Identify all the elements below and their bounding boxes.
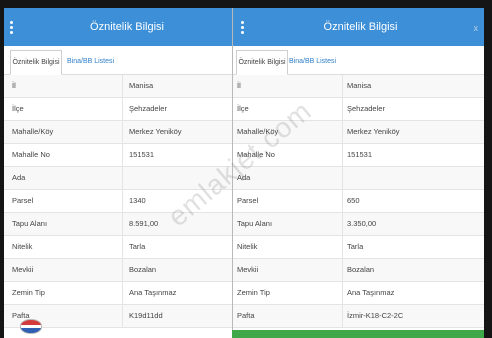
close-icon[interactable]: x (474, 23, 479, 33)
attribute-value: Şehzadeler (342, 98, 484, 120)
tab-bar: Öznitelik Bilgisi Bina/BB Listesi (4, 46, 232, 75)
attribute-label: Mevkii (12, 265, 34, 274)
attribute-panel-left: Öznitelik Bilgisi Öznitelik Bilgisi Bina… (4, 8, 232, 338)
attribute-table: İl Manisa İlçe Şehzadeler Mahalle/Köy Merke… (4, 75, 232, 328)
attribute-label: İlçe (12, 104, 24, 113)
attribute-label: Mevkii (237, 265, 259, 274)
table-row: İlçe Şehzadeler (233, 98, 484, 121)
attribute-value: Ana Taşınmaz (122, 282, 232, 304)
attribute-label: Tapu Alanı (237, 219, 273, 228)
footer-bar (232, 330, 484, 338)
attribute-value: Tarla (122, 236, 232, 258)
attribute-label: Zemin Tip (12, 288, 45, 297)
attribute-value: 151531 (342, 144, 484, 166)
attribute-label: Ada (237, 173, 251, 182)
attribute-label: Zemin Tip (237, 288, 270, 297)
panel-title: Öznitelik Bilgisi (323, 21, 398, 33)
attribute-label: Nitelik (237, 242, 258, 251)
panel-header: Öznitelik Bilgisi (4, 8, 232, 46)
attribute-value: 650 (342, 190, 484, 212)
attribute-value: İzmir-K18-C2-2C (342, 305, 484, 327)
table-row: Parsel 650 (233, 190, 484, 213)
panel-header: Öznitelik Bilgisi x (233, 8, 484, 46)
attribute-value: Ana Taşınmaz (342, 282, 484, 304)
tab-building-list[interactable]: Bina/BB Listesi (67, 50, 114, 75)
table-row: Nitelik Tarla (233, 236, 484, 259)
attribute-value: Merkez Yeniköy (342, 121, 484, 143)
attribute-value (342, 167, 484, 189)
tab-attribute-info[interactable]: Öznitelik Bilgisi (236, 50, 288, 75)
attribute-label: Tapu Alanı (12, 219, 48, 228)
table-row: Mevkii Bozalan (4, 259, 232, 282)
attribute-value: 3.350,00 (342, 213, 484, 235)
attribute-label: Mahalle/Köy (237, 127, 279, 136)
table-row: Ada (4, 167, 232, 190)
table-row: Pafta İzmir-K18-C2-2C (233, 305, 484, 328)
attribute-label: İl (12, 81, 16, 90)
attribute-value: Manisa (342, 75, 484, 97)
table-row: İl Manisa (4, 75, 232, 98)
table-row: Mevkii Bozalan (233, 259, 484, 282)
tab-building-list[interactable]: Bina/BB Listesi (289, 50, 336, 75)
attribute-value: K19d11dd (122, 305, 232, 327)
table-row: Mahalle/Köy Merkez Yeniköy (4, 121, 232, 144)
table-row: Mahalle/Köy Merkez Yeniköy (233, 121, 484, 144)
attribute-label: Ada (12, 173, 26, 182)
attribute-label: Nitelik (12, 242, 33, 251)
table-row: Tapu Alanı 3.350,00 (233, 213, 484, 236)
attribute-label: Pafta (237, 311, 255, 320)
attribute-table: İl Manisa İlçe Şehzadeler Mahalle/Köy Merke… (233, 75, 484, 328)
attribute-label: Parsel (12, 196, 34, 205)
attribute-label: Parsel (237, 196, 259, 205)
attribute-value: Merkez Yeniköy (122, 121, 232, 143)
attribute-value: 151531 (122, 144, 232, 166)
tab-attribute-info[interactable]: Öznitelik Bilgisi (10, 50, 62, 75)
attribute-value: 1340 (122, 190, 232, 212)
table-row: Mahalle No 151531 (4, 144, 232, 167)
attribute-label: İlçe (237, 104, 249, 113)
table-row: Zemin Tip Ana Taşınmaz (4, 282, 232, 305)
tab-bar: Öznitelik Bilgisi Bina/BB Listesi (233, 46, 484, 75)
attribute-label: Mahalle/Köy (12, 127, 54, 136)
table-row: İl Manisa (233, 75, 484, 98)
attribute-panel-right: Öznitelik Bilgisi x Öznitelik Bilgisi Bi… (232, 8, 484, 330)
attribute-label: Mahalle No (237, 150, 275, 159)
table-row: İlçe Şehzadeler (4, 98, 232, 121)
attribute-label: İl (237, 81, 241, 90)
table-row: Tapu Alanı 8.591,00 (4, 213, 232, 236)
table-row: Ada (233, 167, 484, 190)
table-row: Nitelik Tarla (4, 236, 232, 259)
attribute-value: Bozalan (342, 259, 484, 281)
attribute-value: Tarla (342, 236, 484, 258)
table-row: Parsel 1340 (4, 190, 232, 213)
attribute-label: Mahalle No (12, 150, 50, 159)
panel-title: Öznitelik Bilgisi (90, 21, 164, 33)
attribute-value: 8.591,00 (122, 213, 232, 235)
attribute-value: Şehzadeler (122, 98, 232, 120)
table-row: Mahalle No 151531 (233, 144, 484, 167)
attribute-value (122, 167, 232, 189)
attribute-value: Manisa (122, 75, 232, 97)
table-row: Zemin Tip Ana Taşınmaz (233, 282, 484, 305)
logo-badge (20, 319, 42, 334)
attribute-value: Bozalan (122, 259, 232, 281)
